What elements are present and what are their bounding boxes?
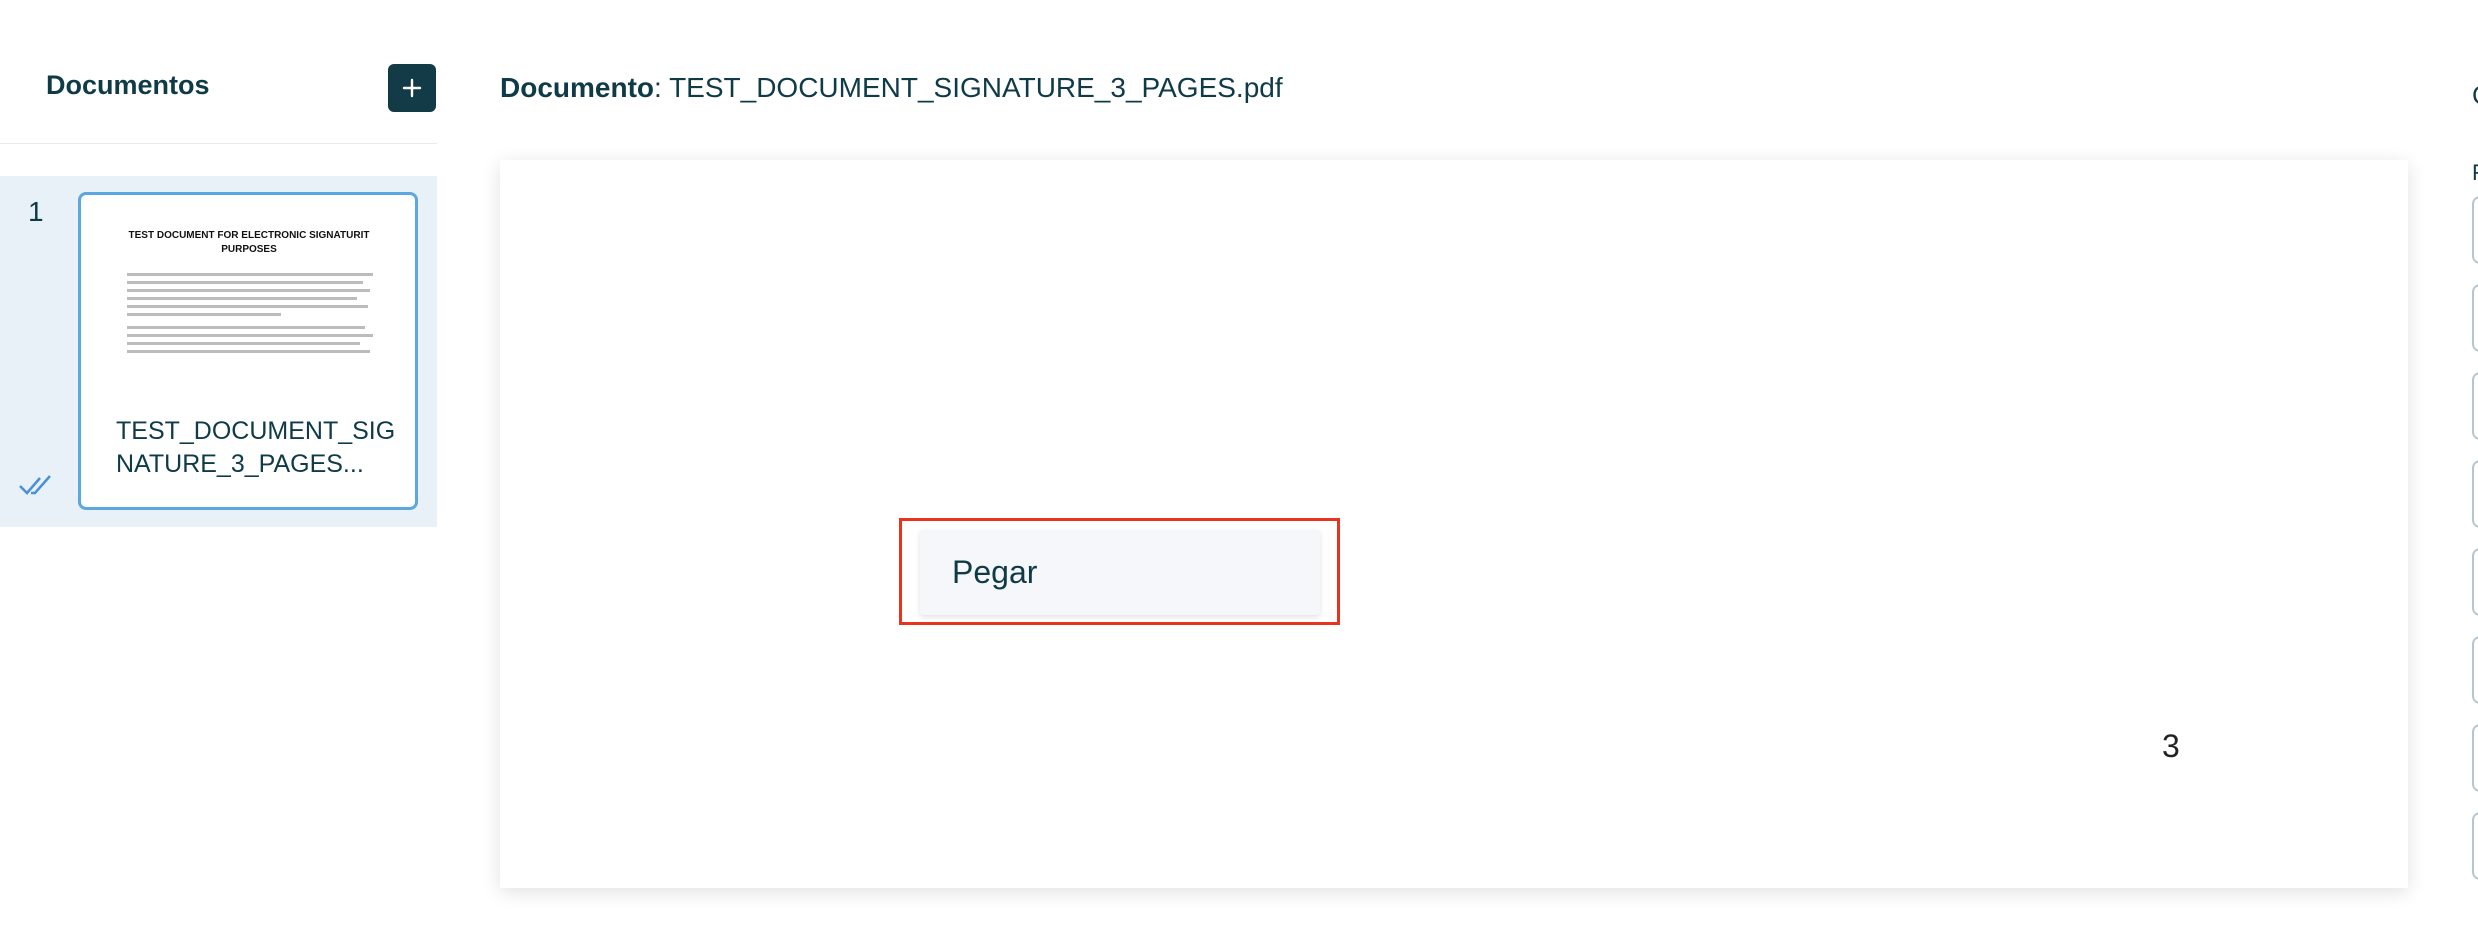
document-card-name: TEST_DOCUMENT_SIGNATURE_3_PAGES... <box>116 417 396 478</box>
page-number: 3 <box>2162 728 2180 764</box>
thumbnail-title: TEST DOCUMENT FOR ELECTRONIC SIGNATURIT … <box>128 230 370 255</box>
sidebar-header: Documentos <box>0 0 437 144</box>
plus-icon <box>402 78 422 98</box>
document-thumbnail: TEST DOCUMENT FOR ELECTRONIC SIGNATURIT … <box>103 213 395 381</box>
right-panel-field[interactable] <box>2472 196 2478 264</box>
right-panel-field[interactable] <box>2472 812 2478 880</box>
right-panel-field[interactable] <box>2472 460 2478 528</box>
right-panel-subheading: F <box>2472 160 2478 186</box>
add-document-button[interactable] <box>388 64 436 112</box>
document-filename: TEST_DOCUMENT_SIGNATURE_3_PAGES.pdf <box>669 72 1283 103</box>
sidebar-title: Documentos <box>46 70 210 100</box>
documents-sidebar: Documentos 1 TEST DOCUMENT FOR ELECTRONI… <box>0 0 437 930</box>
document-label-separator: : <box>654 72 670 103</box>
context-menu: Pegar <box>920 530 1320 615</box>
paste-menu-item[interactable]: Pegar <box>952 554 1037 591</box>
right-panel-field[interactable] <box>2472 284 2478 352</box>
right-panel: C F <box>2458 0 2478 930</box>
double-check-icon <box>19 475 51 495</box>
thumbnail-text-lines <box>127 273 383 353</box>
right-panel-heading: C <box>2472 80 2478 111</box>
right-panel-field[interactable] <box>2472 372 2478 440</box>
document-header: Documento: TEST_DOCUMENT_SIGNATURE_3_PAG… <box>500 72 1283 104</box>
right-panel-field[interactable] <box>2472 724 2478 792</box>
document-label: Documento <box>500 72 654 103</box>
right-panel-field[interactable] <box>2472 548 2478 616</box>
document-card[interactable]: TEST DOCUMENT FOR ELECTRONIC SIGNATURIT … <box>78 192 418 510</box>
document-index: 1 <box>28 196 44 227</box>
right-panel-field[interactable] <box>2472 636 2478 704</box>
document-page[interactable]: 3 <box>500 160 2408 888</box>
